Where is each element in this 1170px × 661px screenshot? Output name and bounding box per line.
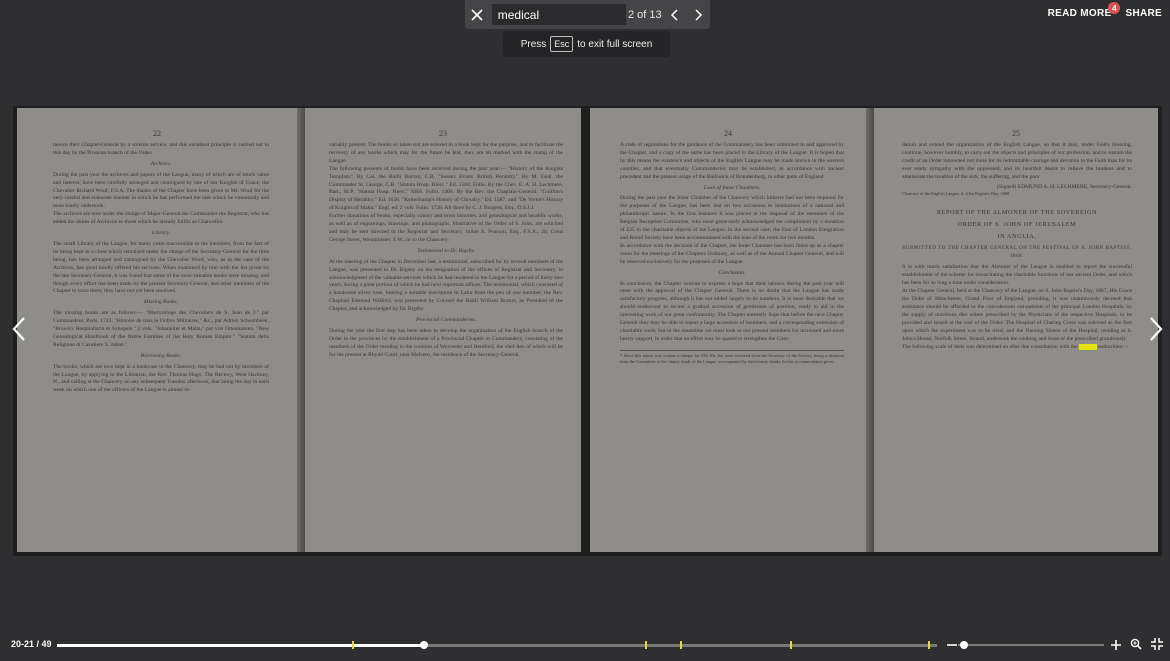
page-gutter xyxy=(297,108,305,552)
page-number: 22 xyxy=(153,129,161,138)
paragraph: variably present. The books so taken out… xyxy=(329,142,563,164)
esc-key: Esc xyxy=(550,36,574,52)
paragraph-text: The following scale of diets was determi… xyxy=(902,343,1078,350)
paragraph: A code of regulations for the guidance o… xyxy=(620,142,844,180)
search-result-mark[interactable] xyxy=(790,641,793,649)
esc-hint-suffix: to exit full screen xyxy=(577,38,653,50)
chevron-left-icon xyxy=(12,317,25,341)
share-button[interactable]: SHARE xyxy=(1125,8,1162,19)
paragraph: dation and extend the organization of th… xyxy=(902,142,1132,180)
section-heading: Testimonial to Dr. Bigsby. xyxy=(417,247,475,254)
paragraph-text: authorities:— xyxy=(1098,343,1129,350)
section-heading: Archives. xyxy=(150,160,172,167)
close-icon xyxy=(471,8,483,21)
next-page-button[interactable] xyxy=(1146,316,1166,342)
previous-result-button[interactable] xyxy=(664,0,687,29)
paragraph: During the year the first step has been … xyxy=(329,327,563,358)
page-22: 22 mence their Chapter-General by a sole… xyxy=(17,108,297,552)
exit-fullscreen-button[interactable] xyxy=(1149,636,1165,652)
page-24: 24 A code of regulations for the guidanc… xyxy=(590,108,866,552)
bottom-toolbar: 20-21 / 49 xyxy=(0,633,1170,657)
paragraph: The small Library of the Langue, for man… xyxy=(53,240,269,295)
section-heading: Conclusion. xyxy=(718,269,746,276)
paragraph: At the Chapter General, held at the Chan… xyxy=(902,288,1132,342)
chevron-left-icon xyxy=(671,8,678,21)
paragraph: During the past year the Inner Chamber o… xyxy=(620,195,844,241)
section-heading: Provincial Commanderies. xyxy=(415,317,477,324)
page-23: 23 variably present. The books so taken … xyxy=(305,108,581,552)
close-search-button[interactable] xyxy=(465,0,490,29)
esc-hint-prefix: Press xyxy=(520,38,547,50)
chevron-right-icon xyxy=(1150,317,1163,341)
search-result-mark[interactable] xyxy=(680,641,683,649)
minus-icon xyxy=(947,644,957,646)
search-highlight[interactable]: medical xyxy=(1078,343,1097,350)
signature-line: (Signed) EDMUND A. H. LECHMERE, Secretar… xyxy=(997,183,1132,190)
page-number: 25 xyxy=(1012,129,1020,138)
page-number: 24 xyxy=(724,129,732,138)
paragraph: Further donations of books, especially c… xyxy=(329,213,563,243)
report-subtitle: SUBMITTED TO THE CHAPTER GENERAL ON THE … xyxy=(902,245,1132,259)
section-heading: Library. xyxy=(151,230,171,237)
small-note: Chancery of the English Langue, S. John … xyxy=(902,191,1011,197)
exit-fullscreen-hint: Press Esc to exit full screen xyxy=(503,31,670,57)
zoom-slider[interactable] xyxy=(958,644,1104,646)
paragraph: The following scale of diets was determi… xyxy=(902,343,1132,352)
search-bar: 2 of 13 xyxy=(465,0,710,29)
paragraph: In conclusion, the Chapter venture to ex… xyxy=(620,280,844,342)
zoom-search-button[interactable] xyxy=(1128,636,1144,652)
top-actions: READ MORE 4 SHARE xyxy=(1047,2,1162,19)
search-result-count: 2 of 13 xyxy=(627,8,662,21)
page-gutter xyxy=(866,108,874,552)
previous-page-button[interactable] xyxy=(9,316,29,342)
section-heading: Loan of Inner Chambers. xyxy=(703,184,761,191)
read-more-button[interactable]: READ MORE 4 xyxy=(1047,2,1121,19)
search-input[interactable] xyxy=(491,4,626,25)
search-result-mark[interactable] xyxy=(351,641,354,649)
zoom-out-button[interactable] xyxy=(946,637,958,653)
magnifier-icon xyxy=(1130,638,1142,650)
scrubber-handle[interactable] xyxy=(419,641,428,649)
book-spread: 22 mence their Chapter-General by a sole… xyxy=(13,106,1162,556)
page-number: 23 xyxy=(439,129,447,138)
paragraph: The books, which are now kept in a bookc… xyxy=(53,363,269,394)
next-result-button[interactable] xyxy=(687,0,710,29)
page-scrubber[interactable] xyxy=(57,641,937,649)
paragraph: It is with much satisfaction that the Al… xyxy=(902,264,1132,287)
zoom-in-button[interactable] xyxy=(1110,637,1122,653)
search-result-mark[interactable] xyxy=(928,641,931,649)
share-label: SHARE xyxy=(1125,8,1162,19)
paragraph: The archives are now under the charge of… xyxy=(53,211,269,226)
section-heading: Borrowing Books. xyxy=(140,352,182,359)
page-indicator: 20-21 / 49 xyxy=(11,639,52,649)
paragraph: During the past year the archives and pa… xyxy=(53,171,269,210)
section-heading: Missing Books. xyxy=(143,299,179,306)
read-more-label: READ MORE xyxy=(1047,8,1112,19)
page-25: 25 dation and extend the organization of… xyxy=(874,108,1158,552)
paragraph: The missing books are as follows:— "Mart… xyxy=(53,310,269,348)
report-title: REPORT OF THE ALMONER OF THE SOVEREIGN xyxy=(936,208,1098,216)
footnote: * Since this report was written a cheque… xyxy=(620,349,844,365)
paragraph: In accordance with the decision of the C… xyxy=(620,242,844,265)
search-result-mark[interactable] xyxy=(644,641,647,649)
exit-fullscreen-icon xyxy=(1151,638,1163,650)
paragraph: At the meeting of the Chapter in Decembe… xyxy=(329,258,563,313)
paragraph: mence their Chapter-General by a solemn … xyxy=(53,142,269,156)
report-title: IN ANGLIA, xyxy=(997,232,1037,240)
scrubber-fill xyxy=(57,644,424,647)
paragraph: The following presents of books have bee… xyxy=(329,165,563,212)
chevron-right-icon xyxy=(695,8,703,21)
report-title: ORDER OF S. JOHN OF JERUSALEM xyxy=(957,220,1077,228)
plus-icon xyxy=(1111,640,1121,650)
zoom-slider-handle[interactable] xyxy=(960,641,968,649)
read-more-badge: 4 xyxy=(1108,2,1121,14)
viewer: 2 of 13 Press Esc to exit full screen RE… xyxy=(0,0,1170,661)
